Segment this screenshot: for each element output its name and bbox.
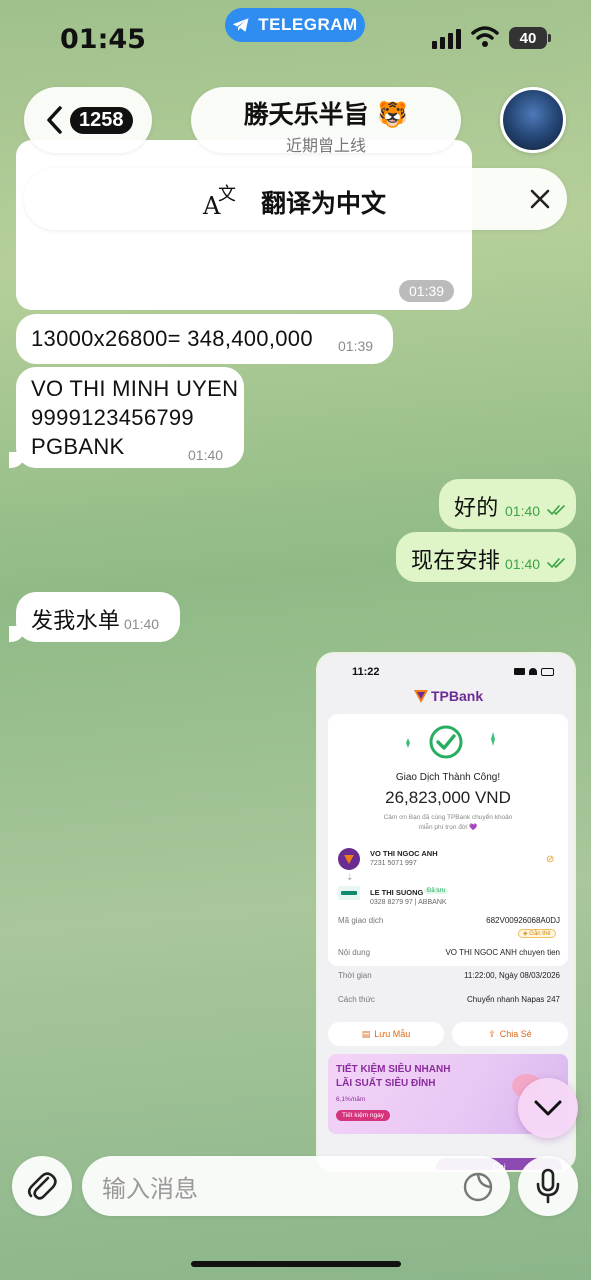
attach-button[interactable] xyxy=(12,1156,72,1216)
telegram-return-pill[interactable]: TELEGRAM xyxy=(225,8,365,42)
translate-label: 翻译为中文 xyxy=(261,189,387,218)
double-check-icon xyxy=(547,505,565,516)
transaction-status: Giao Dịch Thành Công! xyxy=(395,772,501,783)
thanks-line: Cảm ơn Bạn đã cùng TPBank chuyển khoản xyxy=(383,814,513,821)
message-line: 9999123456799 xyxy=(31,405,194,430)
message-line: VO THI MINH UYEN xyxy=(31,376,239,401)
message-bubble[interactable]: 好的 01:40 xyxy=(439,479,576,529)
sparkle-icon xyxy=(406,738,410,748)
back-button[interactable]: 1258 xyxy=(24,87,152,153)
sparkle-icon xyxy=(491,732,495,746)
tag-label: Gắn thẻ xyxy=(529,931,551,937)
document-icon: ▤ xyxy=(361,1028,371,1039)
tpbank-sender-icon xyxy=(344,854,354,864)
row-key: Mã giao dịch xyxy=(338,916,384,925)
row-key: Nội dung xyxy=(338,948,371,957)
message-time: 01:40 xyxy=(505,503,541,519)
save-template-button[interactable]: ▤ Lưu Mẫu xyxy=(328,1022,444,1046)
sender-name: VO THI NGOC ANH xyxy=(370,849,438,858)
tag-button[interactable]: ◈ Gắn thẻ xyxy=(518,929,556,938)
bubble-tail xyxy=(9,452,25,468)
row-key: Thời gian xyxy=(338,971,372,980)
receipt-row: Cách thức Chuyển nhanh Napas 247 xyxy=(338,995,560,1004)
message-time: 01:39 xyxy=(399,280,455,302)
transaction-amount: 26,823,000 VND xyxy=(385,788,511,807)
message-bubble[interactable]: VO THI MINH UYEN 9999123456799 PGBANK 01… xyxy=(9,367,244,468)
receipt-phone-status-icons xyxy=(514,667,554,676)
message-text: 发我水单 xyxy=(31,609,121,634)
sender-logo xyxy=(338,848,360,870)
telegram-pill-label: TELEGRAM xyxy=(258,15,358,34)
close-icon[interactable] xyxy=(529,188,551,210)
message-input-placeholder: 输入消息 xyxy=(102,1174,198,1203)
share-icon: ⇪ xyxy=(488,1028,496,1039)
save-template-label: Lưu Mẫu xyxy=(374,1029,411,1039)
row-value: 682V00926068A0DJ xyxy=(486,916,560,925)
unread-count-badge: 1258 xyxy=(70,106,133,134)
arrow-down-icon: ⇣ xyxy=(346,872,354,882)
row-value: Chuyển nhanh Napas 247 xyxy=(467,995,560,1004)
avatar[interactable] xyxy=(500,87,566,153)
translate-icon: A 文 xyxy=(202,184,236,218)
receiver-name: LE THI SUONG xyxy=(370,888,424,897)
share-label: Chia Sẻ xyxy=(499,1029,532,1039)
message-time: 01:39 xyxy=(338,338,374,354)
row-key: Cách thức xyxy=(338,995,375,1004)
tpbank-logo-icon xyxy=(414,689,428,703)
chat-title: 勝夭乐半旨 🐯 xyxy=(243,100,409,129)
status-time: 01:45 xyxy=(60,24,146,55)
row-value: 11:22:00, Ngày 08/03/2026 xyxy=(464,971,560,980)
message-time: 01:40 xyxy=(505,556,541,572)
message-bubble[interactable]: 13000x26800= 348,400,000 01:39 xyxy=(16,314,393,364)
hide-eye-icon[interactable]: ⊘ xyxy=(546,854,554,865)
message-text: 好的 xyxy=(454,496,499,521)
scroll-to-bottom-button[interactable] xyxy=(518,1078,578,1138)
chat-title-pill[interactable]: 勝夭乐半旨 🐯 近期曾上线 xyxy=(191,87,461,155)
chat-subtitle: 近期曾上线 xyxy=(285,136,366,155)
saved-tag: Đã lưu xyxy=(424,888,449,894)
promo-cta-button[interactable]: Tiết kiệm ngay xyxy=(336,1110,391,1121)
receipt-phone-time: 11:22 xyxy=(352,666,380,678)
receiver-logo xyxy=(338,886,360,900)
battery-tip xyxy=(548,34,551,42)
receipt-row: Thời gian 11:22:00, Ngày 08/03/2026 xyxy=(338,971,560,980)
receipt-row: Nội dung VO THI NGOC ANH chuyen tien xyxy=(338,948,560,957)
tpbank-logo: TPBank xyxy=(414,688,483,704)
microphone-icon xyxy=(536,1168,560,1204)
message-bubble[interactable]: 发我水单 01:40 xyxy=(9,592,180,642)
voice-record-button[interactable] xyxy=(518,1156,578,1216)
promo-line: TIẾT KIỆM SIÊU NHANH xyxy=(336,1064,451,1075)
message-time: 01:40 xyxy=(124,616,160,632)
success-check-icon xyxy=(429,725,463,759)
receiver-account: 0328 8279 97 | ABBANK xyxy=(370,899,447,906)
home-indicator[interactable] xyxy=(191,1261,401,1267)
receipt-row: Mã giao dịch 682V00926068A0DJ xyxy=(338,916,560,925)
promo-line: LÃI SUẤT SIÊU ĐỈNH xyxy=(336,1078,436,1089)
message-time: 01:40 xyxy=(188,447,224,463)
promo-rate: 6,1%/năm xyxy=(336,1096,366,1103)
battery-icon: 40 xyxy=(509,27,547,49)
telegram-plane-icon xyxy=(233,18,249,32)
chevron-left-icon xyxy=(47,106,62,134)
paperclip-icon xyxy=(27,1172,57,1200)
svg-text:文: 文 xyxy=(218,184,236,205)
signal-icon xyxy=(432,29,461,49)
tag-icon: ◈ xyxy=(523,931,528,937)
message-input[interactable]: 输入消息 xyxy=(82,1156,510,1216)
translate-bar[interactable]: A 文 翻译为中文 xyxy=(24,168,567,230)
message-text: 现在安排 xyxy=(411,549,501,574)
bubble-tail xyxy=(9,626,25,642)
share-button[interactable]: ⇪ Chia Sẻ xyxy=(452,1022,568,1046)
thanks-line: miễn phí trọn đời 💜 xyxy=(418,824,478,831)
sender-account: 7231 5071 997 xyxy=(370,860,417,867)
message-bubble[interactable]: 现在安排 01:40 xyxy=(396,532,576,582)
chevron-down-icon xyxy=(534,1100,562,1116)
sticker-icon[interactable] xyxy=(462,1171,494,1203)
wifi-icon xyxy=(471,26,499,47)
message-text: 13000x26800= 348,400,000 xyxy=(31,326,313,351)
message-line: PGBANK xyxy=(31,434,125,459)
row-value: VO THI NGOC ANH chuyen tien xyxy=(445,948,560,957)
double-check-icon xyxy=(547,558,565,569)
tpbank-logo-text: TPBank xyxy=(431,688,484,704)
